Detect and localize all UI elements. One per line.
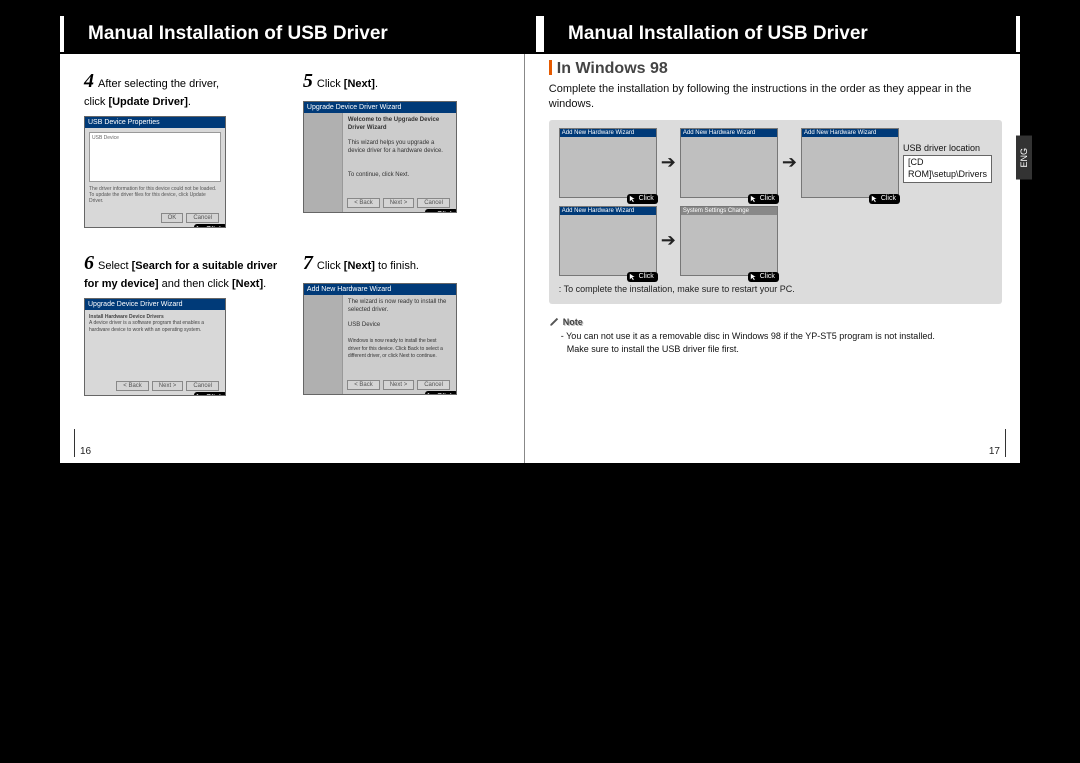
mini-screenshot: Add New Hardware Wizard Click bbox=[801, 128, 899, 198]
mini-screenshot: System Settings Change Click bbox=[680, 206, 778, 276]
cursor-icon bbox=[629, 273, 637, 281]
section-intro: Complete the installation by following t… bbox=[549, 82, 1002, 112]
step-5-num: 5 bbox=[303, 70, 313, 92]
screenshot-step-5: Upgrade Device Driver Wizard Welcome to … bbox=[303, 101, 457, 213]
title-left: Manual Installation of USB Driver bbox=[60, 16, 540, 52]
cursor-icon bbox=[427, 392, 435, 395]
mini-screenshot: Add New Hardware Wizard Click bbox=[559, 128, 657, 198]
mini-screenshot: Add New Hardware Wizard Click bbox=[559, 206, 657, 276]
windows98-box: Add New Hardware Wizard Click ➔ Add New … bbox=[549, 120, 1002, 304]
click-tag: Click bbox=[425, 391, 457, 395]
section-bar-icon bbox=[549, 60, 552, 75]
step-row-2: 6Select [Search for a suitable driver fo… bbox=[84, 250, 506, 396]
cursor-icon bbox=[750, 273, 758, 281]
language-tab: ENG bbox=[1016, 136, 1032, 180]
driver-location: USB driver location [CD ROM]\setup\Drive… bbox=[903, 143, 992, 183]
step-6-text: 6Select [Search for a suitable driver fo… bbox=[84, 250, 287, 292]
click-tag: Click bbox=[425, 209, 457, 213]
note-block: Note - You can not use it as a removable… bbox=[549, 316, 1002, 355]
title-right: Manual Installation of USB Driver bbox=[540, 16, 1020, 52]
step-6-num: 6 bbox=[84, 252, 94, 274]
step-row-1: 4After selecting the driver, click [Upda… bbox=[84, 68, 506, 228]
click-tag: Click bbox=[194, 224, 226, 228]
cursor-icon bbox=[427, 211, 435, 214]
win98-row-2: Add New Hardware Wizard Click ➔ System S… bbox=[559, 206, 992, 276]
step-5: 5Click [Next]. Upgrade Device Driver Wiz… bbox=[303, 68, 506, 228]
pencil-icon bbox=[549, 316, 560, 327]
screenshot-step-4: USB Device Properties USB Device The dri… bbox=[84, 116, 226, 228]
step-4: 4After selecting the driver, click [Upda… bbox=[84, 68, 287, 228]
page-number-right: 17 bbox=[989, 446, 1000, 457]
win98-footer: : To complete the installation, make sur… bbox=[559, 284, 992, 294]
step-7: 7Click [Next] to finish. Add New Hardwar… bbox=[303, 250, 506, 396]
step-4-num: 4 bbox=[84, 70, 94, 92]
cursor-icon bbox=[871, 195, 879, 203]
arrow-icon: ➔ bbox=[661, 152, 676, 173]
step-7-text: 7Click [Next] to finish. bbox=[303, 250, 506, 277]
title-bar: Manual Installation of USB Driver Manual… bbox=[60, 16, 1020, 52]
step-5-text: 5Click [Next]. bbox=[303, 68, 506, 95]
corner-line bbox=[1005, 429, 1006, 457]
note-line-1: - You can not use it as a removable disc… bbox=[561, 330, 1002, 342]
step-6: 6Select [Search for a suitable driver fo… bbox=[84, 250, 287, 396]
note-label: Note bbox=[549, 316, 583, 328]
step-7-num: 7 bbox=[303, 252, 313, 274]
page-left: 4After selecting the driver, click [Upda… bbox=[60, 54, 525, 463]
click-tag: Click bbox=[194, 392, 226, 396]
page-spread: 4After selecting the driver, click [Upda… bbox=[60, 54, 1020, 463]
page-right: ENG In Windows 98 Complete the installat… bbox=[525, 54, 1020, 463]
screenshot-step-6: Upgrade Device Driver Wizard Install Har… bbox=[84, 298, 226, 396]
screenshot-step-7: Add New Hardware Wizard The wizard is no… bbox=[303, 283, 457, 395]
mini-screenshot: Add New Hardware Wizard Click bbox=[680, 128, 778, 198]
cursor-icon bbox=[750, 195, 758, 203]
step-4-text: 4After selecting the driver, click [Upda… bbox=[84, 68, 287, 110]
corner-line bbox=[74, 429, 75, 457]
cursor-icon bbox=[196, 225, 204, 228]
manual-spread: Manual Installation of USB Driver Manual… bbox=[0, 0, 1080, 763]
cursor-icon bbox=[629, 195, 637, 203]
win98-row-1: Add New Hardware Wizard Click ➔ Add New … bbox=[559, 128, 992, 198]
section-title: In Windows 98 bbox=[549, 60, 1002, 78]
page-number-left: 16 bbox=[80, 446, 91, 457]
note-line-2: Make sure to install the USB driver file… bbox=[561, 343, 1002, 355]
arrow-icon: ➔ bbox=[661, 230, 676, 251]
cursor-icon bbox=[196, 393, 204, 396]
arrow-icon: ➔ bbox=[782, 152, 797, 173]
